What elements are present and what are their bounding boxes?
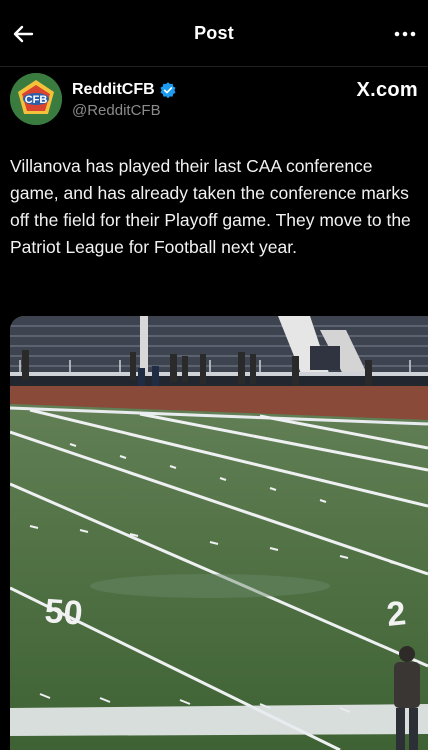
avatar[interactable]: CFB (10, 73, 62, 125)
yard-number-left: 50 (43, 592, 83, 633)
football-field-photo: 50 2 (10, 316, 428, 750)
verified-badge-icon (160, 82, 176, 99)
header-divider (0, 66, 428, 67)
author-name-row: RedditCFB (72, 79, 177, 101)
avatar-text: CFB (25, 94, 48, 106)
top-bar: Post (0, 0, 428, 66)
post-media-image[interactable]: 50 2 (10, 316, 428, 750)
yard-number-right: 2 (385, 594, 408, 634)
source-link[interactable]: X.com (356, 79, 418, 102)
post-text: Villanova has played their last CAA conf… (10, 156, 411, 257)
more-horizontal-icon (394, 31, 416, 37)
author-display-name[interactable]: RedditCFB (72, 81, 155, 99)
cfb-logo-icon: CFB (10, 73, 62, 125)
author-handle[interactable]: @RedditCFB (72, 102, 161, 119)
page-title: Post (194, 23, 234, 43)
more-options-button[interactable] (392, 22, 418, 46)
